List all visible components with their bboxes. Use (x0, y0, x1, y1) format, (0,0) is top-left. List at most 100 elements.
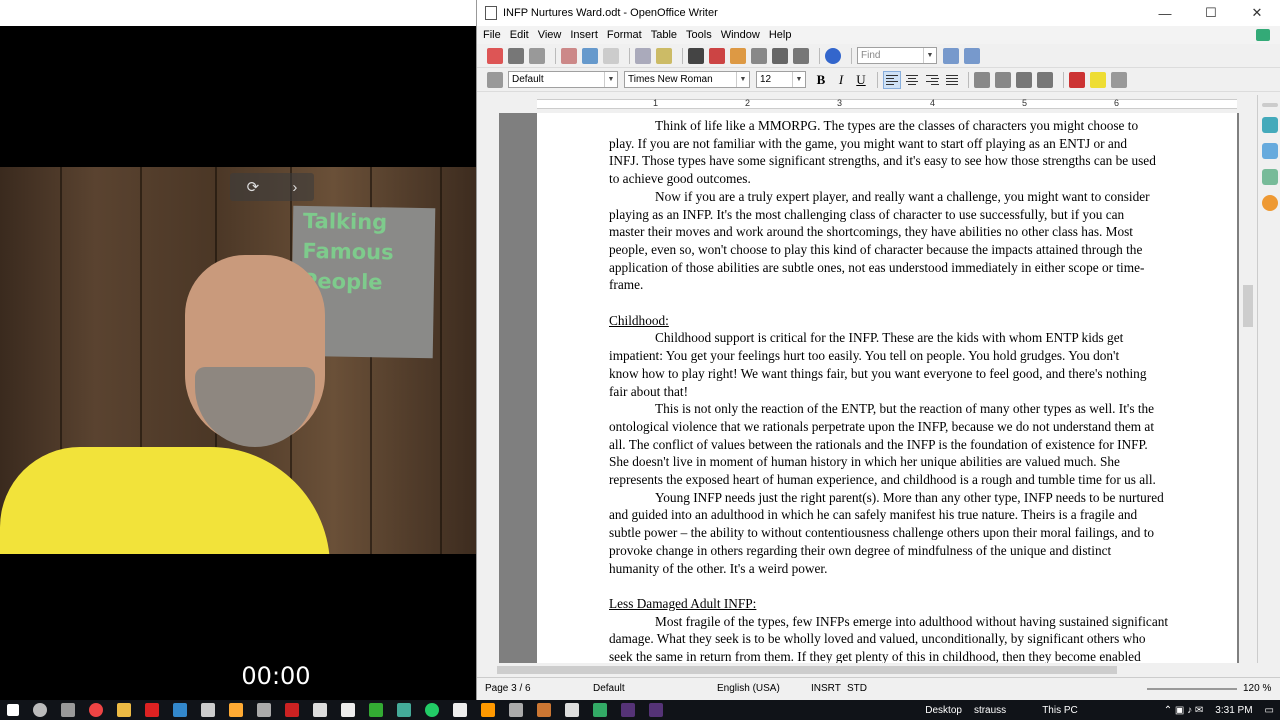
document-line[interactable]: master their moves and work around the s… (609, 223, 1237, 241)
search-icon[interactable] (33, 703, 47, 717)
document-line[interactable]: know how to play right! We want things f… (609, 365, 1237, 383)
windows-start-icon[interactable] (7, 704, 19, 716)
redo-icon[interactable] (603, 47, 619, 64)
paragraph-style-select[interactable]: Default ▼ (508, 71, 618, 88)
menu-format[interactable]: Format (607, 29, 642, 41)
font-size-select[interactable]: 12 ▼ (756, 71, 806, 88)
document-icon[interactable] (453, 703, 467, 717)
document-text[interactable]: Think of life like a MMORPG. The types a… (609, 117, 1237, 663)
menu-insert[interactable]: Insert (570, 29, 598, 41)
document-area[interactable]: Think of life like a MMORPG. The types a… (499, 113, 1239, 663)
italic-button[interactable]: I (832, 71, 850, 89)
highlighting-icon[interactable] (1090, 71, 1106, 88)
app-icon[interactable] (229, 703, 243, 717)
scrollbar-thumb[interactable] (1243, 285, 1253, 327)
help-icon[interactable] (825, 47, 841, 64)
camera-controls[interactable]: ⟳ › (230, 173, 314, 201)
zoom-slider[interactable] (1147, 688, 1237, 690)
chevron-down-icon[interactable]: ▼ (604, 72, 617, 87)
numbering-icon[interactable] (974, 71, 990, 88)
close-button[interactable]: ✕ (1234, 0, 1280, 26)
find-next-icon[interactable] (943, 47, 959, 64)
document-line[interactable]: play. If you are not familiar with the g… (609, 135, 1237, 153)
vertical-ruler[interactable] (477, 113, 499, 663)
document-line[interactable]: damage. What they seek is to be wholly l… (609, 630, 1237, 648)
horizontal-ruler[interactable]: 1 2 3 4 5 6 (477, 95, 1257, 113)
document-line[interactable]: Now if you are a truly expert player, an… (609, 188, 1237, 206)
document-line[interactable]: She doesn't live in moment of human hist… (609, 453, 1237, 471)
zoom-level[interactable]: 120 % (1243, 683, 1271, 694)
bullets-icon[interactable] (995, 71, 1011, 88)
gallery-icon[interactable] (730, 47, 746, 64)
insert-mode[interactable]: INSRT (811, 683, 841, 694)
align-center-button[interactable] (903, 71, 921, 89)
menu-view[interactable]: View (538, 29, 562, 41)
app-icon[interactable] (201, 703, 215, 717)
document-line[interactable]: Most fragile of the types, few INFPs eme… (609, 613, 1237, 631)
page-indicator[interactable]: Page 3 / 6 (485, 683, 531, 694)
underline-button[interactable]: U (852, 71, 870, 89)
desktop-toolbar[interactable]: Desktop (925, 705, 962, 716)
document-line[interactable] (609, 577, 1237, 595)
find-previous-icon[interactable] (964, 47, 980, 64)
document-line[interactable]: humanity of the other. It's a weird powe… (609, 560, 1237, 578)
document-line[interactable]: seek the same in return from them. If th… (609, 648, 1237, 663)
acrobat-icon[interactable] (285, 703, 299, 717)
background-color-icon[interactable] (1111, 71, 1127, 88)
align-left-button[interactable] (883, 70, 901, 89)
justify-button[interactable] (943, 71, 961, 89)
document-line[interactable]: This is not only the reaction of the ENT… (609, 400, 1237, 418)
camera-icon[interactable] (565, 703, 579, 717)
export-pdf-icon[interactable] (487, 47, 503, 64)
chrome-icon[interactable] (89, 703, 103, 717)
print-icon[interactable] (508, 47, 524, 64)
increase-indent-icon[interactable] (1037, 71, 1053, 88)
chevron-down-icon[interactable]: ▼ (792, 72, 805, 87)
chevron-down-icon[interactable]: ▼ (923, 48, 936, 63)
calculator-icon[interactable] (341, 703, 355, 717)
extension-update-icon[interactable] (1256, 29, 1270, 41)
properties-icon[interactable] (1261, 117, 1278, 133)
document-line[interactable]: impatient: You get your feelings hurt to… (609, 347, 1237, 365)
menu-tools[interactable]: Tools (686, 29, 712, 41)
font-name-select[interactable]: Times New Roman ▼ (624, 71, 750, 88)
document-line[interactable]: provoke change in others regarding their… (609, 542, 1237, 560)
sidebar-menu-icon[interactable] (1261, 103, 1278, 107)
document-line[interactable]: application of those abilities are subtl… (609, 259, 1237, 277)
horizontal-scrollbar[interactable] (477, 663, 1257, 677)
user-toolbar[interactable]: strauss (974, 705, 1006, 716)
document-page[interactable]: Think of life like a MMORPG. The types a… (537, 113, 1237, 663)
this-pc-toolbar[interactable]: This PC (1042, 705, 1078, 716)
minimize-button[interactable]: — (1142, 0, 1188, 26)
app-icon[interactable] (537, 703, 551, 717)
document-line[interactable]: subtle power – the ability to without co… (609, 524, 1237, 542)
gallery-sidebar-icon[interactable] (1261, 169, 1278, 185)
document-line[interactable]: playing as an INFP. It's the most challe… (609, 206, 1237, 224)
chevron-down-icon[interactable]: ▼ (736, 72, 749, 87)
spellcheck-icon[interactable] (561, 47, 577, 64)
find-replace-icon[interactable] (688, 47, 704, 64)
document-line[interactable]: INFJ. Those types have some significant … (609, 152, 1237, 170)
premiere-icon[interactable] (621, 703, 635, 717)
data-sources-icon[interactable] (751, 47, 767, 64)
styles-formatting-icon[interactable] (487, 71, 503, 88)
navigator-sidebar-icon[interactable] (1261, 195, 1278, 211)
notification-icon[interactable]: ▭ (1265, 705, 1274, 716)
document-line[interactable]: to achieve good outcomes. (609, 170, 1237, 188)
font-color-icon[interactable] (1069, 71, 1085, 88)
app-icon[interactable] (173, 703, 187, 717)
audition-icon[interactable] (593, 703, 607, 717)
file-explorer-icon[interactable] (117, 703, 131, 717)
menu-table[interactable]: Table (651, 29, 677, 41)
selection-mode[interactable]: STD (847, 683, 867, 694)
page-style[interactable]: Default (593, 683, 625, 694)
document-line[interactable]: all. The conflict of values between the … (609, 436, 1237, 454)
document-line[interactable]: frame. (609, 276, 1237, 294)
app-icon[interactable] (425, 703, 439, 717)
styles-icon[interactable] (1261, 143, 1278, 159)
document-line[interactable]: and guided into an adulthood in which he… (609, 506, 1237, 524)
decrease-indent-icon[interactable] (1016, 71, 1032, 88)
document-line[interactable]: Young INFP needs just the right parent(s… (609, 489, 1237, 507)
tray-icons[interactable]: ⌃ ▣ ♪ ✉ (1164, 705, 1204, 716)
app-icon[interactable] (313, 703, 327, 717)
